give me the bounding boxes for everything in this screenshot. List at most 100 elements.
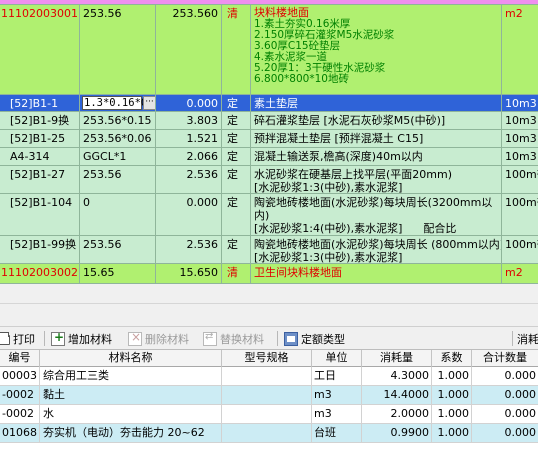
quota-row[interactable]: A4-314 GGCL*1 2.066 定 混凝土输送泵,檐高(深度)40m以内… bbox=[0, 148, 538, 166]
row-name-line2: [水泥砂浆1:4(中砂),素水泥浆] 配合比 bbox=[254, 222, 457, 235]
toolbar-separator bbox=[277, 331, 278, 346]
row-unit: 100m² bbox=[505, 238, 538, 251]
col-header-code[interactable]: 编号 bbox=[0, 350, 40, 367]
material-consumption[interactable]: 14.4000 bbox=[362, 386, 432, 404]
material-name: 水 bbox=[40, 405, 222, 423]
row-type: 定 bbox=[222, 194, 251, 235]
material-unit: m3 bbox=[312, 386, 362, 404]
material-row[interactable]: 00003 综合用工三类 工日 4.3000 1.000 0.000 bbox=[0, 367, 538, 386]
col-header-total[interactable]: 合计数量 bbox=[472, 350, 538, 367]
toolbar-separator bbox=[44, 331, 45, 346]
row-name-line1: 陶瓷地砖楼地面(水泥砂浆)每块周长(3200mm以内) bbox=[254, 196, 493, 222]
row-quantity-value: 2.536 bbox=[156, 236, 222, 263]
row-quantity-expr[interactable]: GGCL*1 bbox=[80, 148, 156, 165]
printer-icon bbox=[0, 331, 10, 345]
quota-row-group[interactable]: 11102003002 15.65 15.650 清 卫生间块料楼地面 m2 bbox=[0, 264, 538, 284]
material-name: 夯实机（电动）夯击能力 20~62 bbox=[40, 424, 222, 442]
material-total: 0.000 bbox=[504, 426, 537, 439]
row-name: 陶瓷地砖楼地面(水泥砂浆)每块周长(3200mm以内) [水泥砂浆1:4(中砂)… bbox=[251, 194, 502, 235]
divider bbox=[0, 303, 538, 304]
col-header-spec[interactable]: 型号规格 bbox=[222, 350, 312, 367]
quota-row[interactable]: [52]B1-99换 253.56 2.536 定 陶瓷地砖楼地面(水泥砂浆)每… bbox=[0, 236, 538, 264]
desc-line: 6.800*800*10地砖 bbox=[254, 73, 349, 85]
replace-material-button[interactable]: 替换材料 bbox=[203, 329, 264, 348]
row-code: [52]B1-99换 bbox=[0, 236, 80, 263]
row-quantity-cell: 1.3*0.16*0 ··· bbox=[80, 95, 156, 111]
material-spec bbox=[222, 405, 312, 423]
quota-row[interactable]: [52]B1-25 253.56*0.06 1.521 定 预拌混凝土垫层 [预… bbox=[0, 130, 538, 148]
material-consumption[interactable]: 4.3000 bbox=[362, 367, 432, 385]
material-row[interactable]: 01068 夯实机（电动）夯击能力 20~62 台班 0.9900 1.000 … bbox=[0, 424, 538, 443]
row-name: 素土垫层 bbox=[251, 95, 502, 111]
replace-material-icon bbox=[203, 331, 217, 346]
quota-type-button[interactable]: 定额类型 bbox=[284, 329, 345, 348]
quota-row-group[interactable]: 11102003001 253.56 253.560 清 块料楼地面 1.素土夯… bbox=[0, 5, 538, 95]
quota-type-icon bbox=[284, 331, 298, 346]
col-header-name[interactable]: 材料名称 bbox=[40, 350, 222, 367]
material-coef[interactable]: 1.000 bbox=[432, 386, 472, 404]
row-type: 清 bbox=[222, 264, 251, 283]
row-quantity-expr[interactable]: 253.56*0.15 bbox=[80, 112, 156, 129]
row-name: 碎石灌浆垫层 [水泥石灰砂浆M5(中砂)] bbox=[251, 112, 502, 129]
material-table-header: 编号 材料名称 型号规格 单位 消耗量 系数 合计数量 bbox=[0, 350, 538, 367]
row-quantity-expr[interactable]: 15.65 bbox=[80, 264, 156, 283]
material-row[interactable]: -0002 水 m3 2.0000 1.000 0.000 bbox=[0, 405, 538, 424]
row-name: 卫生间块料楼地面 bbox=[251, 264, 502, 283]
ellipsis-button[interactable]: ··· bbox=[143, 96, 155, 110]
material-total: 0.000 bbox=[504, 369, 537, 382]
replace-material-label: 替换材料 bbox=[220, 332, 264, 346]
quota-row[interactable]: [52]B1-9换 253.56*0.15 3.803 定 碎石灌浆垫层 [水泥… bbox=[0, 112, 538, 130]
toolbar-separator bbox=[512, 331, 513, 346]
row-unit: 10m3 bbox=[505, 97, 537, 110]
row-quantity-value: 2.536 bbox=[156, 166, 222, 193]
col-header-unit[interactable]: 单位 bbox=[312, 350, 362, 367]
material-row[interactable]: -0002 黏土 m3 14.4000 1.000 0.000 bbox=[0, 386, 538, 405]
row-name: 水泥砂浆在硬基层上找平层(平面20mm) [水泥砂浆1:3(中砂),素水泥浆] bbox=[251, 166, 502, 193]
material-coef[interactable]: 1.000 bbox=[432, 367, 472, 385]
material-unit: m3 bbox=[312, 405, 362, 423]
material-name: 综合用工三类 bbox=[40, 367, 222, 385]
row-code: [52]B1-104 bbox=[0, 194, 80, 235]
row-type: 定 bbox=[222, 166, 251, 193]
row-type: 定 bbox=[222, 95, 251, 111]
material-coef[interactable]: 1.000 bbox=[432, 424, 472, 442]
material-spec bbox=[222, 386, 312, 404]
material-unit: 台班 bbox=[312, 424, 362, 442]
col-header-consumption[interactable]: 消耗量 bbox=[362, 350, 432, 367]
panel-splitter-area bbox=[0, 284, 538, 326]
row-unit: 10m3 bbox=[505, 114, 537, 127]
row-name: 陶瓷地砖楼地面(水泥砂浆)每块周长 (800mm以内) [水泥砂浆1:3(中砂)… bbox=[251, 236, 502, 263]
row-quantity-expr[interactable]: 253.56 bbox=[80, 236, 156, 263]
row-quantity-expr[interactable]: 253.56 bbox=[80, 166, 156, 193]
quota-type-label: 定额类型 bbox=[301, 332, 345, 346]
row-type: 清 bbox=[222, 5, 251, 94]
row-unit: m2 bbox=[505, 266, 523, 279]
row-code: [52]B1-27 bbox=[0, 166, 80, 193]
row-code: 11102003002 bbox=[0, 264, 80, 283]
row-name-line2: [水泥砂浆1:3(中砂),素水泥浆] bbox=[254, 181, 403, 193]
row-code: [52]B1-25 bbox=[0, 130, 80, 147]
quota-row[interactable]: [52]B1-27 253.56 2.536 定 水泥砂浆在硬基层上找平层(平面… bbox=[0, 166, 538, 194]
row-quantity-value: 2.066 bbox=[156, 148, 222, 165]
material-code: 00003 bbox=[0, 367, 40, 385]
consume-button[interactable]: 消耗 bbox=[517, 329, 538, 348]
quota-row-selected[interactable]: [52]B1-1 1.3*0.16*0 ··· 0.000 定 素土垫层 10m… bbox=[0, 95, 538, 112]
material-name: 黏土 bbox=[40, 386, 222, 404]
quota-row[interactable]: [52]B1-104 0 0.000 定 陶瓷地砖楼地面(水泥砂浆)每块周长(3… bbox=[0, 194, 538, 236]
add-material-button[interactable]: 增加材料 bbox=[51, 329, 112, 348]
material-consumption[interactable]: 0.9900 bbox=[362, 424, 432, 442]
material-coef[interactable]: 1.000 bbox=[432, 405, 472, 423]
row-quantity-expr[interactable]: 253.56*0.06 bbox=[80, 130, 156, 147]
print-button[interactable]: 打印 bbox=[0, 329, 35, 348]
row-quantity-expr[interactable]: 253.56 bbox=[80, 5, 156, 94]
material-code: -0002 bbox=[0, 405, 40, 423]
quantity-edit-input[interactable]: 1.3*0.16*0 bbox=[82, 96, 147, 110]
material-spec bbox=[222, 424, 312, 442]
delete-material-button[interactable]: 删除材料 bbox=[128, 329, 189, 348]
material-consumption[interactable]: 2.0000 bbox=[362, 405, 432, 423]
col-header-coef[interactable]: 系数 bbox=[432, 350, 472, 367]
material-spec bbox=[222, 367, 312, 385]
row-quantity-expr[interactable]: 0 bbox=[80, 194, 156, 235]
row-unit: 10m3 bbox=[505, 132, 537, 145]
row-unit: 10m3 bbox=[505, 150, 537, 163]
